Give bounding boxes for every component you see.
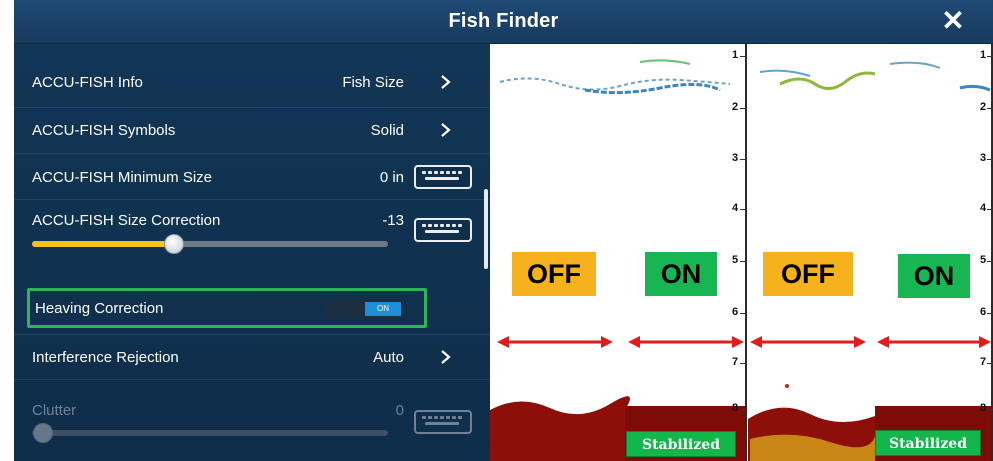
- depth-tick-mark: [987, 108, 993, 109]
- depth-tick-label: 4: [732, 202, 739, 214]
- double-arrow-icon: [750, 336, 866, 348]
- menu-item-label: ACCU-FISH Size Correction: [32, 212, 221, 229]
- depth-tick-mark: [987, 261, 993, 262]
- window-title: Fish Finder: [448, 10, 559, 32]
- menu-item-label: ACCU-FISH Symbols: [32, 122, 176, 139]
- menu-item-accu-fish-minimum-size: ACCU-FISH Minimum Size 0 in: [14, 154, 490, 200]
- keyboard-icon: [414, 410, 472, 434]
- menu-item-label: ACCU-FISH Info: [32, 74, 143, 91]
- on-label-right: ON: [898, 254, 970, 298]
- sonar-echogram: 1 2 3 4 5 6 7 8 1 2 3 4 5 6 7 8 OFF ON OFF ON Stabiliz…: [490, 44, 993, 461]
- menu-item-value: Auto: [373, 349, 404, 366]
- depth-tick-label: 1: [732, 49, 739, 61]
- menu-item-heaving-correction[interactable]: Heaving Correction ON: [27, 288, 427, 328]
- menu-item-label: Interference Rejection: [32, 349, 179, 366]
- depth-tick-label: 3: [980, 152, 987, 164]
- slider-thumb[interactable]: [164, 234, 185, 254]
- depth-tick-mark: [740, 313, 746, 314]
- depth-tick-label: 8: [732, 402, 739, 414]
- depth-tick-mark: [987, 209, 993, 210]
- depth-tick-mark: [987, 363, 993, 364]
- depth-tick-mark: [740, 209, 746, 210]
- depth-tick-mark: [740, 261, 746, 262]
- close-icon[interactable]: ✕: [939, 7, 967, 35]
- menu-item-value: 0: [395, 402, 404, 419]
- stabilized-label-right: Stabilized: [875, 430, 981, 456]
- panel-divider: [745, 44, 747, 461]
- depth-tick-mark: [740, 409, 746, 410]
- depth-tick-mark: [740, 56, 746, 57]
- keyboard-icon[interactable]: [414, 165, 472, 189]
- menu-item-value: 0 in: [379, 169, 404, 186]
- depth-tick-label: 1: [980, 49, 987, 61]
- depth-tick-label: 2: [980, 101, 987, 113]
- menu-item-value: -13: [382, 212, 404, 229]
- slider-thumb: [32, 423, 53, 443]
- chevron-right-icon: [438, 350, 452, 364]
- depth-tick-label: 5: [980, 254, 987, 266]
- depth-tick-mark: [987, 409, 993, 410]
- depth-tick-mark: [987, 313, 993, 314]
- depth-tick-label: 8: [980, 402, 987, 414]
- depth-tick-label: 6: [980, 306, 987, 318]
- depth-tick-mark: [740, 108, 746, 109]
- settings-menu: ACCU-FISH Info Fish Size ACCU-FISH Symbo…: [14, 44, 490, 461]
- double-arrow-icon: [628, 336, 744, 348]
- title-bar: Fish Finder ✕: [14, 0, 993, 44]
- keyboard-icon[interactable]: [414, 218, 472, 242]
- chevron-right-icon: [438, 75, 452, 89]
- menu-item-interference-rejection[interactable]: Interference Rejection Auto: [14, 334, 490, 380]
- depth-tick-label: 3: [732, 152, 739, 164]
- depth-tick-label: 5: [732, 254, 739, 266]
- double-arrow-icon: [877, 336, 991, 348]
- chevron-right-icon: [438, 123, 452, 137]
- menu-item-value: Fish Size: [342, 74, 404, 91]
- toggle-on-state: ON: [365, 302, 401, 316]
- on-label-left: ON: [645, 252, 717, 296]
- menu-item-label: Clutter: [32, 402, 77, 419]
- off-label-right: OFF: [763, 252, 853, 296]
- size-correction-slider[interactable]: [32, 234, 388, 254]
- depth-tick-mark: [987, 159, 993, 160]
- stabilized-label-left: Stabilized: [626, 431, 736, 457]
- double-arrow-icon: [497, 336, 613, 348]
- menu-item-accu-fish-info[interactable]: ACCU-FISH Info Fish Size: [14, 58, 490, 108]
- menu-scrollbar[interactable]: [484, 189, 488, 269]
- depth-tick-label: 7: [980, 356, 987, 368]
- slider-fill: [32, 241, 175, 247]
- depth-tick-mark: [987, 56, 993, 57]
- menu-item-accu-fish-symbols[interactable]: ACCU-FISH Symbols Solid: [14, 108, 490, 154]
- depth-tick-label: 7: [732, 356, 739, 368]
- menu-item-accu-fish-size-correction: ACCU-FISH Size Correction -13: [14, 200, 490, 260]
- menu-item-label: Heaving Correction: [35, 300, 164, 317]
- menu-item-value: Solid: [370, 122, 404, 139]
- depth-tick-label: 2: [732, 101, 739, 113]
- depth-tick-mark: [740, 363, 746, 364]
- clutter-slider: [32, 423, 388, 443]
- depth-tick-label: 6: [732, 306, 739, 318]
- heaving-correction-toggle[interactable]: ON: [325, 300, 403, 318]
- menu-item-label: ACCU-FISH Minimum Size: [32, 169, 213, 186]
- off-label-left: OFF: [512, 252, 596, 296]
- depth-tick-label: 4: [980, 202, 987, 214]
- depth-tick-mark: [740, 159, 746, 160]
- menu-item-clutter: Clutter 0: [14, 384, 490, 454]
